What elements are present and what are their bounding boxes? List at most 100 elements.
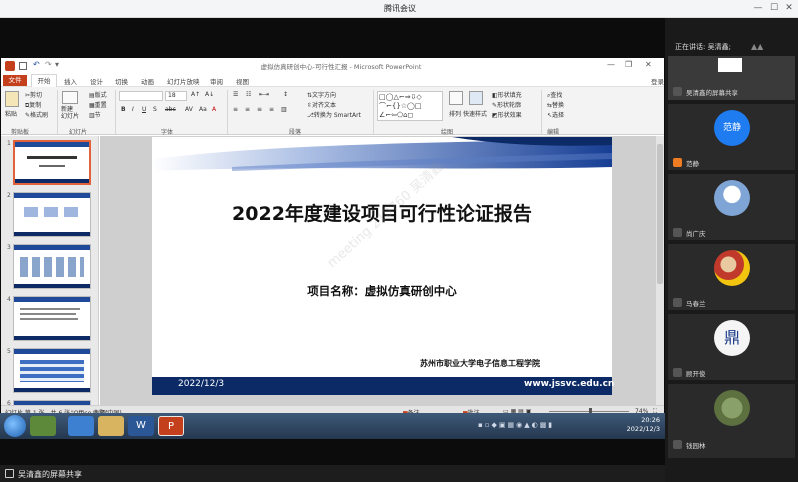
slide-thumbnail[interactable]: [13, 348, 91, 393]
ppt-restore-icon[interactable]: ❐: [625, 60, 632, 69]
ppt-menu-bar: 文件 开始 插入 设计 切换 动画 幻灯片放映 审阅 视图 登录: [1, 74, 664, 87]
thumb-footer-band: [14, 336, 90, 340]
slide-thumbnail[interactable]: [13, 296, 91, 341]
menu-slideshow[interactable]: 幻灯片放映: [167, 76, 200, 86]
taskbar-clock[interactable]: 20:26 2022/12/3: [618, 416, 660, 434]
shape-fill-button[interactable]: ◧形状填充: [492, 90, 522, 99]
word-taskbar-icon[interactable]: W: [128, 416, 154, 436]
ppt-close-icon[interactable]: ✕: [645, 60, 652, 69]
quick-access-dropdown-icon[interactable]: ▾: [55, 60, 59, 69]
thumb-text-line: [20, 308, 80, 310]
align-center-icon[interactable]: ≡: [245, 106, 250, 113]
section-button[interactable]: ▥节: [89, 110, 101, 119]
grow-font-icon[interactable]: A↑: [191, 91, 200, 98]
thumb-text-line: [20, 313, 76, 315]
new-slide-button[interactable]: 新建 幻灯片: [61, 106, 85, 120]
maximize-icon[interactable]: ☐: [768, 2, 780, 14]
shape-effects-button[interactable]: ◩形状效果: [492, 110, 522, 119]
italic-button[interactable]: I: [132, 106, 134, 113]
menu-view[interactable]: 视图: [236, 76, 249, 86]
avatar: 范静: [714, 110, 750, 146]
indent-icon[interactable]: ⇤⇥: [259, 91, 269, 98]
font-color-icon[interactable]: A: [212, 106, 216, 113]
redo-icon[interactable]: ↷: [45, 60, 52, 69]
close-icon[interactable]: ✕: [783, 2, 795, 14]
arrange-icon[interactable]: [449, 91, 463, 105]
tencent-meeting-taskbar-icon[interactable]: [68, 416, 94, 436]
slide-canvas[interactable]: 2022年度建设项目可行性论证报告 项目名称：虚拟仿真研创中心 meeting …: [152, 137, 614, 395]
slide-thumbnail[interactable]: [13, 140, 91, 185]
group-drawing: 绘图: [441, 129, 454, 136]
smartart-icon: ⎇: [307, 112, 314, 119]
participant-tile[interactable]: 范静 范静: [668, 104, 795, 170]
slide-thumbnail[interactable]: [13, 192, 91, 237]
bold-button[interactable]: B: [121, 106, 126, 113]
find-button[interactable]: ⌕查找: [547, 90, 562, 100]
slide-thumbnail-panel: 1 2 3 4 5 6: [1, 136, 99, 426]
login-link[interactable]: 登录: [651, 76, 664, 86]
menu-insert[interactable]: 插入: [64, 76, 77, 86]
layout-button[interactable]: ▤版式: [89, 90, 107, 99]
user-avatar-icon: [673, 158, 682, 167]
shadow-button[interactable]: S: [153, 106, 157, 113]
participant-tile[interactable]: 钱园林: [668, 384, 795, 458]
font-size-combo[interactable]: 18: [165, 91, 187, 101]
scrollbar-thumb[interactable]: [657, 144, 663, 284]
ribbon: 粘贴 ✂剪切 ⧉复制 ✎格式刷 剪贴板 新建 幻灯片 ▤版式 ▦重置 ▥节 幻灯…: [1, 87, 664, 136]
shapes-gallery[interactable]: □◯△⌐⇒⇩◇ ⌒⌐{}☆◯□ ∠⌐⇦⬠⌂◻: [377, 91, 443, 121]
paste-button[interactable]: 粘贴: [5, 109, 17, 118]
smartart-button[interactable]: ⎇转换为 SmartArt: [307, 110, 361, 119]
bullets-icon[interactable]: ☰: [233, 91, 238, 98]
change-case-icon[interactable]: Aa: [199, 106, 207, 113]
font-name-combo[interactable]: [119, 91, 163, 101]
thumb-number: 2: [7, 192, 11, 199]
menu-design[interactable]: 设计: [90, 76, 103, 86]
text-direction-button[interactable]: ⇅文字方向: [307, 90, 336, 99]
group-font: 字体: [161, 129, 174, 136]
align-text-button[interactable]: ⇳对齐文本: [307, 100, 336, 109]
menu-transitions[interactable]: 切换: [115, 76, 128, 86]
shape-outline-button[interactable]: ✎形状轮廓: [492, 100, 521, 109]
numbering-icon[interactable]: ☷: [246, 91, 251, 98]
new-slide-icon[interactable]: [62, 91, 78, 104]
underline-button[interactable]: U: [142, 106, 146, 113]
align-left-icon[interactable]: ≡: [233, 106, 238, 113]
strikethrough-button[interactable]: abc: [165, 106, 176, 113]
file-explorer-icon[interactable]: [98, 416, 124, 436]
align-right-icon[interactable]: ≡: [257, 106, 262, 113]
system-tray-icons[interactable]: ▪▫◆▣▦◉▲◐▩▮: [478, 421, 608, 431]
justify-icon[interactable]: ≡: [269, 106, 274, 113]
line-spacing-icon[interactable]: ↕: [283, 91, 288, 98]
start-button-icon[interactable]: [4, 415, 26, 437]
quick-styles-icon[interactable]: [469, 91, 483, 105]
mic-icon: [673, 228, 682, 237]
ribbon-separator: [227, 90, 228, 134]
cut-button[interactable]: ✂剪切: [25, 90, 42, 99]
format-painter-button[interactable]: ✎格式刷: [25, 110, 48, 119]
menu-review[interactable]: 审阅: [210, 76, 223, 86]
taskbar-app-icon[interactable]: [30, 416, 56, 436]
char-spacing-icon[interactable]: AV: [185, 106, 193, 113]
replace-button[interactable]: ⇆替换: [547, 100, 564, 109]
ppt-minimize-icon[interactable]: —: [607, 60, 615, 69]
save-icon[interactable]: [19, 62, 27, 70]
slide-thumbnail[interactable]: [13, 244, 91, 289]
participant-tile[interactable]: 鼎 顾开俊: [668, 314, 795, 380]
menu-animations[interactable]: 动画: [141, 76, 154, 86]
minimize-icon[interactable]: —: [752, 2, 764, 14]
participant-tile[interactable]: 吴清鑫的屏幕共享: [668, 56, 795, 100]
quick-styles-button[interactable]: 快速样式: [463, 109, 487, 118]
copy-button[interactable]: ⧉复制: [25, 100, 41, 110]
powerpoint-taskbar-icon[interactable]: P: [158, 416, 184, 436]
shrink-font-icon[interactable]: A↓: [205, 91, 214, 98]
menu-file[interactable]: 文件: [3, 75, 27, 86]
participant-tile[interactable]: 尚广庆: [668, 174, 795, 240]
select-button[interactable]: ↖选择: [547, 110, 564, 119]
reset-button[interactable]: ▦重置: [89, 100, 107, 109]
paste-icon[interactable]: [5, 91, 19, 107]
columns-icon[interactable]: ▥: [281, 106, 287, 113]
menu-home[interactable]: 开始: [31, 74, 57, 87]
arrange-button[interactable]: 排列: [449, 109, 461, 118]
participant-tile[interactable]: 马春兰: [668, 244, 795, 310]
undo-icon[interactable]: ↶: [33, 60, 40, 69]
